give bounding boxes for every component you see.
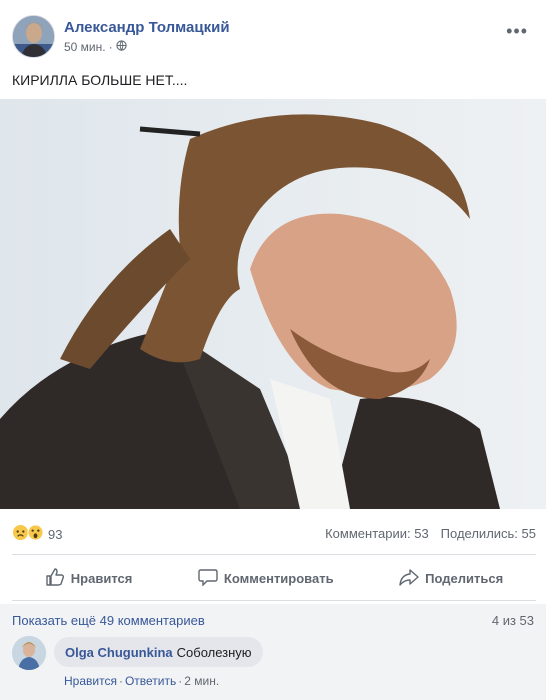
- comments-count-link[interactable]: Комментарии: 53: [325, 526, 429, 541]
- stats-divider: [12, 554, 536, 555]
- post-actions: Нравится Комментировать Поделиться: [12, 562, 536, 594]
- stats-links: Комментарии: 53 Поделились: 55: [325, 526, 536, 541]
- facebook-post: Александр Толмацкий 50 мин. · ••• КИРИЛЛ…: [0, 0, 546, 700]
- comment-label: Комментировать: [223, 570, 334, 586]
- post-stats: 93 Комментарии: 53 Поделились: 55: [12, 524, 536, 544]
- comment-button[interactable]: Комментировать: [198, 568, 334, 589]
- thumbs-up-icon: [45, 567, 65, 589]
- comment-author[interactable]: Olga Chugunkina: [65, 645, 173, 660]
- author-avatar[interactable]: [12, 15, 55, 58]
- post-text: КИРИЛЛА БОЛЬШЕ НЕТ....: [12, 72, 188, 88]
- globe-icon: [115, 40, 127, 54]
- post-header: Александр Толмацкий 50 мин. · •••: [12, 15, 532, 61]
- comments-section: Показать ещё 49 комментариев 4 из 53 Olg…: [0, 604, 546, 700]
- share-button[interactable]: Поделиться: [399, 568, 503, 589]
- comment-bubble-icon: [198, 568, 218, 589]
- post-photo[interactable]: [0, 99, 546, 509]
- commenter-avatar[interactable]: [12, 636, 46, 670]
- comment-separator: ·: [118, 674, 123, 688]
- comment-like-link[interactable]: Нравится: [64, 674, 117, 688]
- comment-actions: Нравится · Ответить · 2 мин.: [64, 674, 219, 688]
- reactions-summary[interactable]: 93: [12, 524, 62, 544]
- share-label: Поделиться: [425, 570, 504, 586]
- comment-bubble: Olga Chugunkina Соболезную: [54, 637, 263, 667]
- more-options-icon[interactable]: •••: [506, 21, 528, 42]
- like-button[interactable]: Нравится: [45, 567, 133, 589]
- share-arrow-icon: [399, 568, 419, 589]
- comment-time[interactable]: 2 мин.: [184, 674, 219, 688]
- comments-counter: 4 из 53: [491, 613, 534, 628]
- show-more-comments-link[interactable]: Показать ещё 49 комментариев: [12, 613, 205, 628]
- post-meta: 50 мин. ·: [64, 40, 127, 54]
- author-name[interactable]: Александр Толмацкий: [64, 19, 230, 36]
- comment-text: Соболезную: [176, 644, 252, 660]
- post-time[interactable]: 50 мин.: [64, 40, 106, 54]
- actions-divider: [12, 600, 536, 601]
- wow-reaction-icon: [27, 524, 44, 544]
- comment-separator: ·: [178, 674, 183, 688]
- comment-reply-link[interactable]: Ответить: [125, 674, 176, 688]
- reaction-count: 93: [48, 526, 63, 542]
- shares-count-link[interactable]: Поделились: 55: [441, 526, 536, 541]
- meta-separator: ·: [108, 40, 113, 54]
- like-label: Нравится: [70, 570, 133, 586]
